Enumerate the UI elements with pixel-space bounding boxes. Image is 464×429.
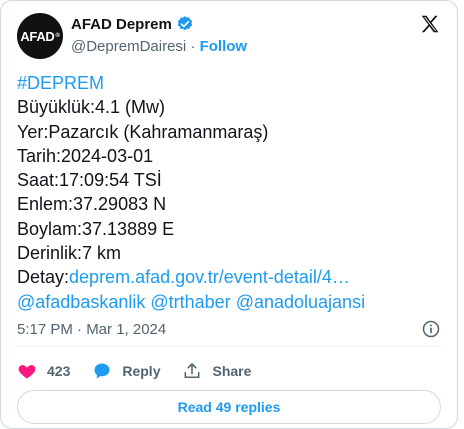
tweet-text: #DEPREM Büyüklük:4.1 (Mw) Yer:Pazarcık (…	[17, 71, 441, 314]
heart-icon	[18, 365, 36, 379]
action-bar: 423 Reply Share	[17, 359, 273, 383]
tweet-card: AFAD ® AFAD Deprem @DepremDairesi · Follo…	[0, 0, 458, 429]
avatar-logo-text: AFAD	[20, 28, 55, 44]
name-row: AFAD Deprem	[71, 15, 194, 33]
reply-button[interactable]: Reply	[92, 361, 160, 381]
like-button[interactable]: 423	[17, 361, 70, 381]
follow-button[interactable]: Follow	[200, 38, 248, 55]
tweet-header: AFAD ® AFAD Deprem @DepremDairesi · Follo…	[17, 13, 441, 61]
share-upload-icon	[185, 363, 200, 379]
avatar-registered-mark: ®	[55, 33, 60, 39]
mention-link[interactable]: @trthaber	[150, 292, 230, 312]
read-replies-button[interactable]: Read 49 replies	[17, 390, 441, 424]
tweet-line-depth: Derinlik:7 km	[17, 243, 122, 264]
reply-label: Reply	[122, 363, 161, 379]
mention-link[interactable]: @afadbaskanlik	[17, 292, 145, 312]
like-count: 423	[47, 363, 71, 379]
detail-label: Detay:	[17, 267, 70, 288]
x-logo-icon[interactable]	[419, 13, 441, 35]
divider	[17, 346, 441, 347]
tweet-timestamp[interactable]: 5:17 PM · Mar 1, 2024	[17, 321, 166, 338]
info-icon[interactable]	[421, 319, 441, 339]
tweet-line-longitude: Boylam:37.13889 E	[17, 218, 175, 239]
handle-row: @DepremDairesi · Follow	[71, 38, 247, 55]
tweet-line-time: Saat:17:09:54 TSİ	[17, 170, 162, 191]
read-replies-label: Read 49 replies	[177, 399, 281, 415]
tweet-line-latitude: Enlem:37.29083 N	[17, 194, 167, 215]
tweet-line-location: Yer:Pazarcık (Kahramanmaraş)	[17, 121, 269, 142]
avatar[interactable]: AFAD ®	[17, 13, 63, 59]
mention-link[interactable]: @anadoluajansi	[236, 292, 365, 312]
detail-link[interactable]: deprem.afad.gov.tr/event-detail/4…	[69, 267, 350, 287]
reply-bubble-icon	[94, 363, 110, 379]
hashtag-link[interactable]: #DEPREM	[17, 73, 104, 93]
handle-separator: ·	[190, 38, 196, 55]
share-label: Share	[212, 363, 252, 379]
handle[interactable]: @DepremDairesi	[71, 38, 186, 55]
tweet-line-magnitude: Büyüklük:4.1 (Mw)	[17, 97, 166, 118]
verified-badge-icon	[177, 16, 193, 31]
display-name[interactable]: AFAD Deprem	[71, 16, 172, 33]
share-button[interactable]: Share	[182, 361, 251, 381]
tweet-line-date: Tarih:2024-03-01	[17, 145, 154, 166]
